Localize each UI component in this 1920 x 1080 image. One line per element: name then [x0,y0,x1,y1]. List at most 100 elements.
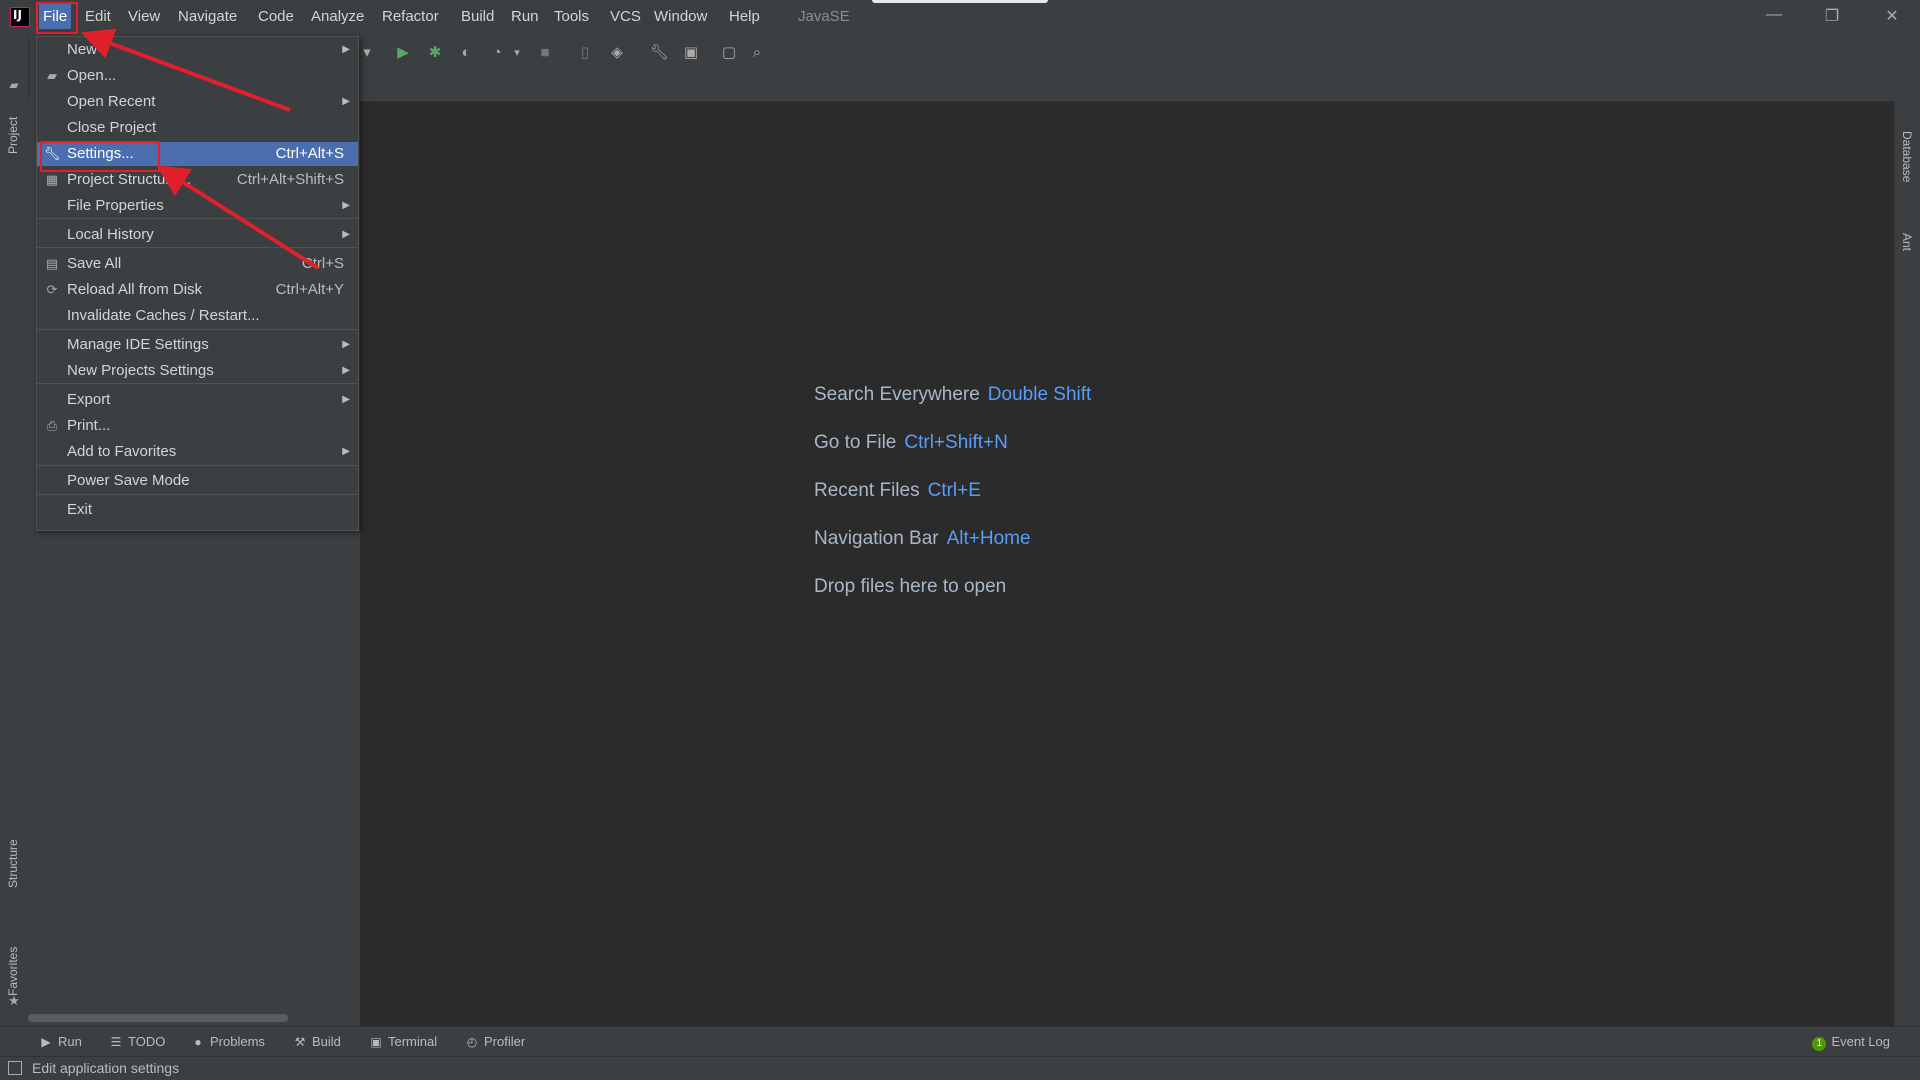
menu-vcs[interactable]: VCS [610,8,641,25]
annotation-box-settings [40,141,160,172]
submenu-arrow-icon: ▶ [342,200,350,211]
menu-view[interactable]: View [128,8,160,25]
editor-hint-label: Drop files here to open [814,576,1007,597]
file-menu-item-label: Open Recent [67,93,156,110]
menu-code[interactable]: Code [258,8,294,25]
file-menu-item-local-history[interactable]: Local History ▶ [37,223,358,247]
tab-database[interactable]: Database [1900,131,1914,182]
tool-window-label: TODO [128,1034,166,1049]
minimize-icon[interactable]: — [1754,6,1794,24]
editor-hint-label: Navigation Bar [814,528,939,549]
file-menu-item-add-to-favorites[interactable]: Add to Favorites ▶ [37,440,358,464]
run-icon: ▶ [41,1035,51,1049]
file-menu-item-save-all[interactable]: ▤ Save All Ctrl+S [37,252,358,276]
file-menu-item-label: Power Save Mode [67,472,190,489]
file-menu-item-export[interactable]: Export ▶ [37,388,358,412]
status-toggle-icon[interactable] [8,1061,22,1075]
event-log-button[interactable]: 1 Event Log [1812,1034,1890,1051]
run-icon[interactable]: ▶ [394,44,412,62]
intellij-logo-icon: IJ [10,7,30,27]
tab-structure[interactable]: Structure [6,839,20,888]
menu-refactor[interactable]: Refactor [382,8,439,25]
profiler-icon: ◴ [466,1035,478,1049]
close-icon[interactable]: ✕ [1872,6,1912,26]
todo-icon: ☰ [110,1035,122,1049]
stop-icon[interactable]: ■ [536,44,554,62]
file-menu-item-label: New [67,41,98,58]
tool-window-build[interactable]: ⚒ Build [292,1034,341,1049]
tool-window-todo[interactable]: ☰ TODO [108,1034,166,1049]
submenu-arrow-icon: ▶ [342,44,350,55]
build-icon: ⚒ [294,1035,306,1049]
menu-window[interactable]: Window [654,8,707,25]
menu-navigate[interactable]: Navigate [178,8,237,25]
restore-icon[interactable]: ❐ [1812,6,1852,26]
coverage-icon[interactable]: ◐ [457,44,475,62]
sdk-icon[interactable]: ◈ [608,44,626,62]
file-menu-item-open[interactable]: ▰ Open... [37,64,358,88]
save-icon: ▤ [45,256,59,271]
file-menu-item-file-properties[interactable]: File Properties ▶ [37,194,358,218]
window-title: JavaSE [798,8,850,25]
file-menu-item-manage-ide-settings[interactable]: Manage IDE Settings ▶ [37,333,358,357]
tool-window-terminal[interactable]: ▣ Terminal [368,1034,437,1049]
debug-icon[interactable]: ✱ [426,44,444,62]
tab-project[interactable]: Project [6,117,20,154]
editor-hint: Navigation Bar Alt+Home [814,528,1031,550]
submenu-arrow-icon: ▶ [342,394,350,405]
profile-icon[interactable]: ◔ [488,44,506,62]
horizontal-scrollbar[interactable] [28,1014,288,1022]
file-menu-item-invalidate-caches-restart[interactable]: Invalidate Caches / Restart... [37,304,358,328]
tool-window-profiler[interactable]: ◴ Profiler [464,1034,525,1049]
project-structure-toolbar-icon[interactable]: ▣ [682,44,700,62]
file-menu-item-label: File Properties [67,197,164,214]
file-menu-item-new-projects-settings[interactable]: New Projects Settings ▶ [37,359,358,383]
event-log-label: Event Log [1831,1034,1890,1049]
file-menu-item-exit[interactable]: Exit [37,498,358,522]
annotation-box-file [36,2,78,34]
project-structure-icon: ▦ [45,172,59,187]
menu-tools[interactable]: Tools [554,8,589,25]
file-menu-item-close-project[interactable]: Close Project [37,116,358,140]
title-search-field[interactable] [872,0,1048,3]
tab-favorites[interactable]: Favorites [6,947,20,996]
tool-window-run[interactable]: ▶ Run [38,1034,81,1049]
tool-window-label: Terminal [388,1034,438,1049]
tool-window-label: Profiler [484,1034,526,1049]
menu-separator [37,383,358,384]
editor-hint-label: Recent Files [814,480,920,501]
tool-window-label: Build [312,1034,341,1049]
menu-separator [37,329,358,330]
tool-window-problems[interactable]: ● Problems [190,1034,265,1049]
file-menu-item-open-recent[interactable]: Open Recent ▶ [37,90,358,114]
file-menu-item-new[interactable]: New ▶ [37,38,358,62]
menu-analyze[interactable]: Analyze [311,8,364,25]
build-icon[interactable]: ▯ [576,44,594,62]
profile-dropdown-icon[interactable]: ▾ [508,44,526,62]
menu-help[interactable]: Help [729,8,760,25]
menu-edit[interactable]: Edit [85,8,111,25]
menu-separator [37,247,358,248]
file-menu-item-shortcut: Ctrl+S [301,255,344,272]
event-count-badge: 1 [1812,1037,1827,1051]
terminal-toolbar-icon[interactable]: ▢ [720,44,738,62]
terminal-icon: ▣ [370,1035,382,1049]
menu-build[interactable]: Build [461,8,494,25]
file-menu-item-power-save-mode[interactable]: Power Save Mode [37,469,358,493]
run-config-dropdown-icon[interactable]: ▾ [358,44,376,62]
search-icon[interactable]: ⌕ [748,44,766,62]
tab-ant[interactable]: Ant [1900,233,1914,251]
menu-run[interactable]: Run [511,8,539,25]
folder-icon: ▰ [9,78,19,92]
file-menu-item-reload-all-from-disk[interactable]: ⟳ Reload All from Disk Ctrl+Alt+Y [37,278,358,302]
file-menu-item-label: Reload All from Disk [67,281,203,298]
settings-wrench-icon[interactable]: 🔧︎ [650,44,669,62]
submenu-arrow-icon: ▶ [342,446,350,457]
folder-open-icon: ▰ [47,68,57,83]
bottom-tool-bar: 1 Event Log ▶ Run ☰ TODO ● Problems ⚒ Build ▣ Term… [0,1026,1920,1057]
file-menu-item-label: Export [67,391,111,408]
editor-hint: Recent Files Ctrl+E [814,480,981,502]
menu-separator [37,494,358,495]
file-menu-item-label: Open... [67,67,117,84]
file-menu-item-print[interactable]: ⎙ Print... [37,414,358,438]
